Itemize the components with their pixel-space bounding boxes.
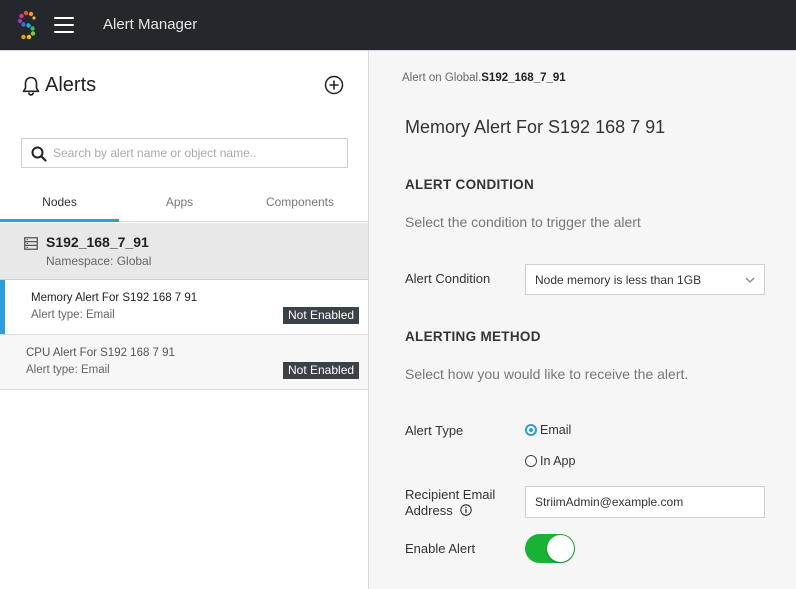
search-box bbox=[21, 138, 348, 168]
selected-indicator bbox=[0, 280, 5, 334]
radio-in-app-label: In App bbox=[540, 454, 576, 468]
hamburger-menu-icon[interactable] bbox=[54, 17, 74, 33]
alert-type-label: Alert Type bbox=[405, 423, 464, 438]
alert-item-name: CPU Alert For S192 168 7 91 bbox=[26, 347, 175, 359]
search-icon bbox=[31, 146, 47, 162]
toggle-knob bbox=[547, 535, 574, 562]
recipient-label-line1: Recipient Email bbox=[405, 487, 496, 502]
alert-item-type: Alert type: Email bbox=[31, 309, 115, 321]
node-group-header[interactable]: S192_168_7_91 Namespace: Global bbox=[0, 223, 368, 280]
alert-detail-panel: Alert on Global.S192_168_7_91 Memory Ale… bbox=[369, 50, 796, 589]
status-badge: Not Enabled bbox=[283, 362, 360, 379]
top-bar: Alert Manager bbox=[0, 0, 796, 50]
breadcrumb: Alert on Global.S192_168_7_91 bbox=[402, 72, 566, 84]
sidebar-tabs: Nodes Apps Components bbox=[0, 187, 368, 222]
radio-in-app[interactable]: In App bbox=[525, 452, 605, 470]
alert-condition-description: Select the condition to trigger the aler… bbox=[405, 214, 641, 230]
server-icon bbox=[24, 237, 38, 250]
tab-nodes[interactable]: Nodes bbox=[0, 187, 119, 222]
chevron-down-icon bbox=[745, 277, 755, 283]
search-input[interactable] bbox=[53, 143, 343, 163]
alert-item-type: Alert type: Email bbox=[26, 364, 110, 376]
radio-unchecked-icon bbox=[525, 455, 537, 467]
radio-checked-icon bbox=[525, 424, 537, 436]
alert-list-item[interactable]: CPU Alert For S192 168 7 91 Alert type: … bbox=[0, 335, 368, 390]
radio-email-label: Email bbox=[540, 423, 572, 437]
status-badge: Not Enabled bbox=[283, 307, 360, 324]
alert-list-item[interactable]: Memory Alert For S192 168 7 91 Alert typ… bbox=[0, 280, 368, 335]
node-namespace: Namespace: Global bbox=[46, 254, 152, 268]
alert-condition-label: Alert Condition bbox=[405, 271, 491, 286]
alert-condition-value: Node memory is less than 1GB bbox=[535, 273, 702, 287]
recipient-label-line2: Address bbox=[405, 503, 453, 518]
active-tab-indicator bbox=[0, 219, 119, 222]
tab-apps[interactable]: Apps bbox=[119, 187, 240, 222]
alerting-method-description: Select how you would like to receive the… bbox=[405, 366, 689, 382]
info-icon[interactable] bbox=[460, 504, 473, 516]
recipient-email-input[interactable] bbox=[525, 486, 765, 518]
alerts-sidebar: Alerts Nodes Apps Components S192_168_7_… bbox=[0, 50, 369, 589]
app-title: Alert Manager bbox=[103, 16, 198, 33]
sidebar-title: Alerts bbox=[45, 74, 97, 96]
alerting-method-heading: ALERTING METHOD bbox=[405, 329, 541, 344]
radio-email[interactable]: Email bbox=[525, 421, 605, 439]
enable-alert-label: Enable Alert bbox=[405, 541, 476, 556]
alert-item-name: Memory Alert For S192 168 7 91 bbox=[31, 292, 198, 304]
enable-alert-toggle[interactable] bbox=[525, 534, 575, 563]
recipient-email-label: Recipient Email Address bbox=[405, 487, 495, 519]
alert-condition-heading: ALERT CONDITION bbox=[405, 177, 534, 192]
breadcrumb-object: S192_168_7_91 bbox=[481, 72, 566, 84]
tab-components[interactable]: Components bbox=[240, 187, 360, 222]
plus-circle-icon[interactable] bbox=[324, 75, 344, 95]
bell-icon bbox=[22, 76, 40, 96]
alert-condition-select[interactable]: Node memory is less than 1GB bbox=[525, 264, 765, 295]
node-name: S192_168_7_91 bbox=[46, 234, 149, 250]
breadcrumb-prefix: Alert on Global. bbox=[402, 72, 482, 84]
striim-logo-icon[interactable] bbox=[16, 10, 38, 40]
page-title: Memory Alert For S192 168 7 91 bbox=[405, 117, 666, 137]
